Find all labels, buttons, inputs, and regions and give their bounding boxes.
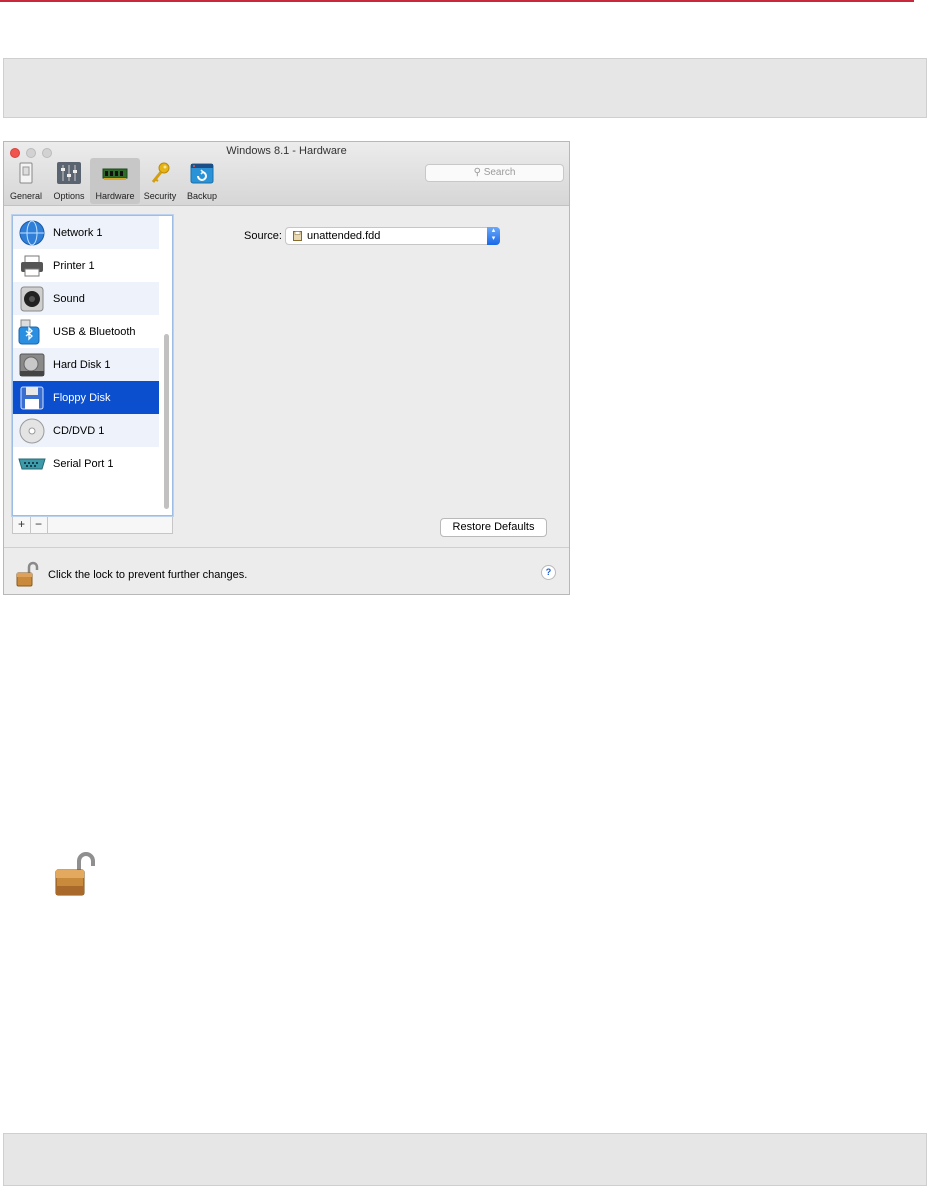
unlocked-lock-icon[interactable]	[16, 561, 40, 587]
list-item[interactable]: Hard Disk 1	[13, 348, 159, 381]
tab-general[interactable]: General	[6, 158, 46, 204]
add-device-button[interactable]: +	[13, 517, 31, 533]
list-item[interactable]: Sound	[13, 282, 159, 315]
tab-options-label: Options	[53, 191, 85, 201]
header-rule	[0, 0, 914, 2]
list-item-label: Sound	[53, 292, 85, 305]
tab-options[interactable]: Options	[48, 158, 90, 204]
tab-hardware-label: Hardware	[95, 191, 135, 201]
source-select[interactable]: unattended.fdd ▴ ▾	[285, 227, 500, 245]
source-label: Source:	[244, 230, 282, 242]
key-icon	[151, 162, 170, 183]
floppy-disk-icon	[20, 386, 44, 409]
lock-bar: Click the lock to prevent further change…	[4, 547, 569, 594]
list-item-label: CD/DVD 1	[53, 424, 105, 437]
title-bar: Windows 8.1 - Hardware General Options H…	[4, 142, 569, 206]
note-box-top	[3, 58, 927, 118]
printer-icon	[21, 255, 43, 276]
tab-backup-label: Backup	[186, 191, 218, 201]
search-icon: ⚲	[473, 167, 481, 178]
cd-dvd-icon	[19, 418, 45, 443]
memory-chip-icon	[102, 168, 128, 180]
list-item[interactable]: CD/DVD 1	[13, 414, 159, 447]
list-item-label: Hard Disk 1	[53, 358, 111, 371]
restore-defaults-button[interactable]: Restore Defaults	[440, 518, 547, 537]
globe-icon	[19, 220, 45, 245]
list-scrollbar[interactable]	[162, 217, 171, 514]
serial-port-icon	[18, 458, 46, 469]
list-item-label: Floppy Disk	[53, 391, 111, 404]
list-item-label: Serial Port 1	[53, 457, 114, 470]
search-field[interactable]: ⚲ Search	[425, 164, 564, 182]
floppy-file-icon	[293, 231, 302, 241]
list-item[interactable]: USB & Bluetooth	[13, 315, 159, 348]
list-item-label: Printer 1	[53, 259, 95, 272]
device-list[interactable]: Network 1 Printer 1 Sound USB & Bluetoot…	[12, 215, 173, 516]
backup-icon	[190, 163, 214, 184]
source-value: unattended.fdd	[307, 230, 381, 242]
list-item-label: USB & Bluetooth	[53, 325, 136, 338]
remove-device-button[interactable]: −	[30, 517, 48, 533]
help-button[interactable]: ?	[541, 565, 556, 580]
list-item-label: Network 1	[53, 226, 103, 239]
usb-bluetooth-icon	[18, 319, 40, 344]
note-box-bottom	[3, 1133, 927, 1186]
chevron-up-down-icon[interactable]: ▴ ▾	[487, 227, 500, 245]
tab-security-label: Security	[143, 191, 177, 201]
list-add-remove-bar: + −	[12, 517, 173, 534]
list-item-selected[interactable]: Floppy Disk	[13, 381, 159, 414]
lock-message: Click the lock to prevent further change…	[48, 569, 248, 581]
switch-icon	[19, 162, 33, 184]
list-item[interactable]: Network 1	[13, 216, 159, 249]
tab-backup[interactable]: Backup	[182, 158, 222, 204]
hard-disk-icon	[19, 353, 45, 376]
tab-security[interactable]: Security	[140, 158, 180, 204]
search-placeholder: Search	[483, 167, 516, 178]
window-title: Windows 8.1 - Hardware	[226, 145, 347, 157]
unlocked-lock-icon	[55, 852, 95, 896]
tab-general-label: General	[9, 191, 43, 201]
speaker-icon	[20, 286, 44, 311]
scrollbar-thumb[interactable]	[164, 334, 169, 509]
tab-hardware[interactable]: Hardware	[90, 158, 140, 204]
preferences-window: Windows 8.1 - Hardware General Options H…	[3, 141, 570, 595]
sliders-icon	[57, 162, 81, 184]
list-item[interactable]: Printer 1	[13, 249, 159, 282]
list-item[interactable]: Serial Port 1	[13, 447, 159, 480]
